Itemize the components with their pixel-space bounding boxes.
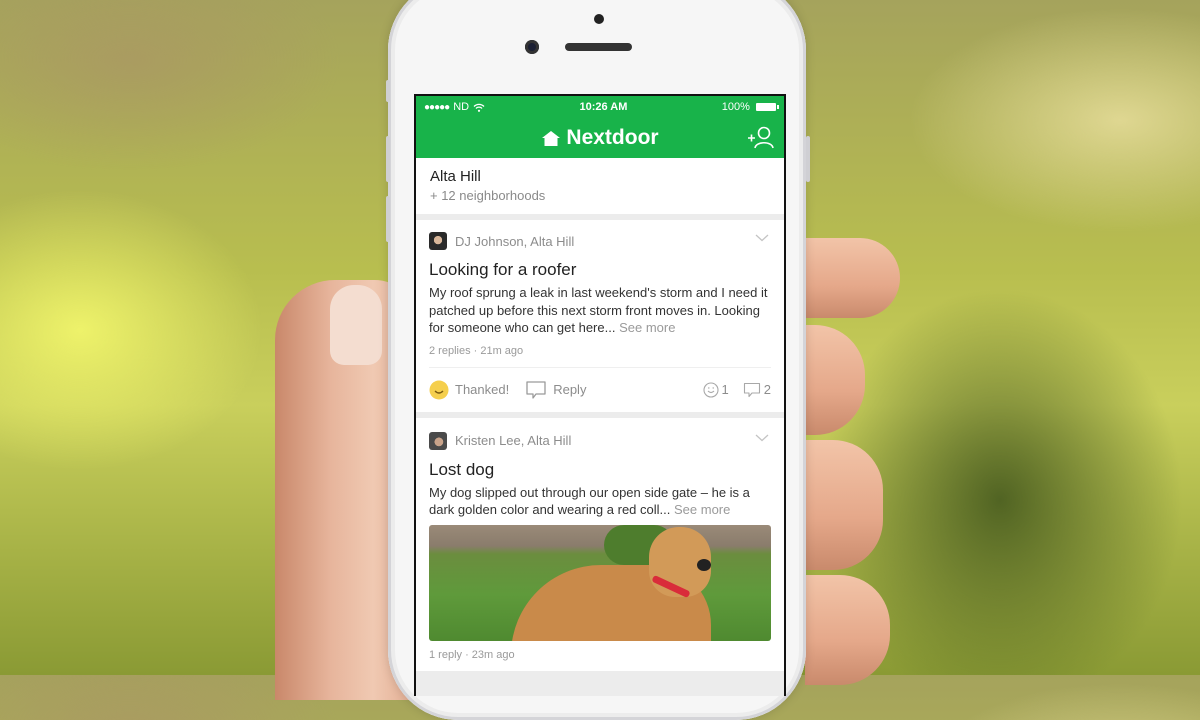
post-actions: Thanked! Reply 1 2 [429, 366, 771, 412]
hand-finger [805, 440, 883, 570]
proximity-sensor [594, 14, 604, 24]
photo-dog-nose [697, 558, 711, 571]
add-neighbor-button[interactable] [746, 125, 774, 156]
see-more-link[interactable]: See more [619, 320, 675, 335]
reply-label: Reply [553, 382, 587, 397]
thank-button[interactable]: Thanked! [429, 380, 509, 400]
wifi-icon [473, 103, 485, 112]
chevron-down-icon[interactable] [755, 234, 769, 242]
post-meta[interactable]: 2 replies · 21m ago [429, 345, 771, 367]
feed-post[interactable]: Kristen Lee, Alta Hill Lost dog My dog s… [416, 417, 784, 671]
post-body: My roof sprung a leak in last weekend's … [429, 284, 771, 337]
feed-post[interactable]: DJ Johnson, Alta Hill Looking for a roof… [416, 220, 784, 412]
post-body: My dog slipped out through our open side… [429, 484, 771, 519]
reply-count-value: 2 [763, 382, 771, 397]
comment-icon [743, 382, 760, 397]
thumbnail-nail [330, 285, 382, 365]
status-bar: ●●●●● ND 10:26 AM 100% [416, 96, 784, 118]
reply-button[interactable]: Reply [525, 380, 586, 400]
signal-strength-icon: ●●●●● [424, 101, 450, 113]
post-body-text: My roof sprung a leak in last weekend's … [429, 285, 768, 335]
app-header: Nextdoor [416, 118, 784, 158]
add-user-icon [748, 126, 774, 149]
smiley-outline-icon [702, 381, 719, 398]
thanks-count[interactable]: 1 [702, 381, 729, 398]
post-photo[interactable] [429, 524, 771, 641]
house-icon [542, 130, 561, 146]
hand-finger [805, 238, 900, 318]
battery-icon [756, 103, 779, 112]
phone-mute-switch [386, 80, 390, 102]
reply-count[interactable]: 2 [743, 382, 771, 398]
smiley-filled-icon [429, 380, 449, 399]
see-more-link[interactable]: See more [674, 502, 730, 517]
post-title[interactable]: Looking for a roofer [429, 260, 771, 280]
clock: 10:26 AM [579, 101, 628, 113]
app-title: Nextdoor [566, 126, 659, 149]
post-author[interactable]: DJ Johnson, Alta Hill [455, 234, 574, 249]
front-camera [525, 40, 539, 54]
battery-percentage: 100% [721, 101, 750, 113]
post-meta[interactable]: 1 reply · 23m ago [429, 649, 771, 671]
hand-finger [805, 325, 865, 435]
phone-volume-up [386, 136, 390, 182]
neighborhood-selector[interactable]: Alta Hill + 12 neighborhoods [416, 158, 784, 214]
hand-finger [805, 575, 890, 685]
phone-power-button [806, 136, 810, 182]
neighborhood-name: Alta Hill [430, 168, 481, 185]
avatar[interactable] [429, 431, 447, 450]
post-author[interactable]: Kristen Lee, Alta Hill [455, 433, 571, 448]
neighborhood-count: + 12 neighborhoods [430, 188, 546, 203]
app-logo[interactable]: Nextdoor [541, 126, 659, 150]
chevron-down-icon[interactable] [755, 434, 769, 442]
thanks-count-value: 1 [721, 382, 729, 397]
carrier-label: ND [453, 101, 470, 113]
post-title[interactable]: Lost dog [429, 460, 771, 480]
phone-volume-down [386, 196, 390, 242]
app-screen: ●●●●● ND 10:26 AM 100% Nextdoor Alta Hil… [414, 94, 786, 696]
speech-bubble-icon [526, 380, 546, 399]
avatar[interactable] [429, 232, 447, 250]
earpiece-speaker [565, 43, 632, 51]
thank-label: Thanked! [455, 382, 510, 397]
